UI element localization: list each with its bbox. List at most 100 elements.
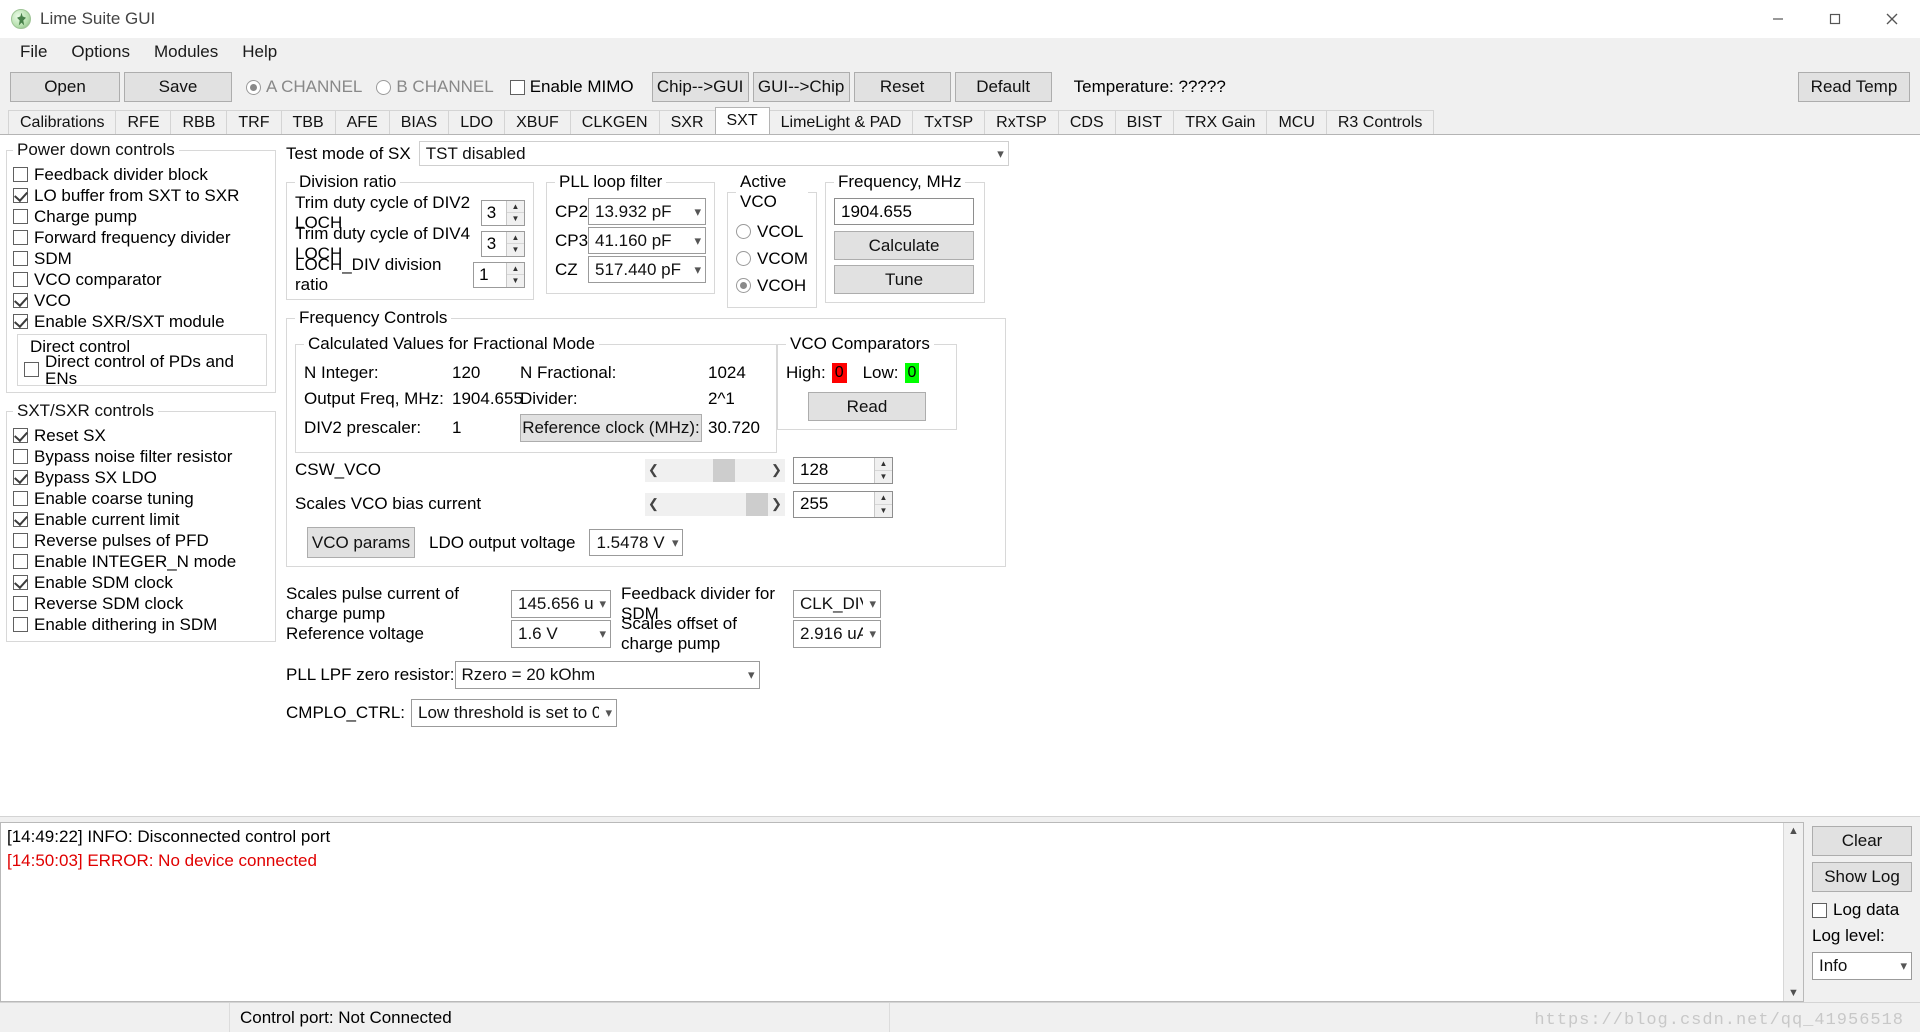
checkbox-lo-buffer-sxt-to-sxr[interactable]: LO buffer from SXT to SXR [13, 185, 269, 206]
log-scrollbar[interactable]: ▲ ▼ [1783, 823, 1803, 1001]
enable-mimo-checkbox[interactable]: Enable MIMO [509, 77, 634, 97]
checkbox-reset-sx[interactable]: Reset SX [13, 425, 269, 446]
checkbox-enable-current-limit[interactable]: Enable current limit [13, 509, 269, 530]
frequency-input[interactable]: 1904.655 [834, 198, 974, 225]
scroll-thumb[interactable] [712, 458, 735, 482]
checkbox-enable-sdm-clock[interactable]: Enable SDM clock [13, 572, 269, 593]
checkbox-enable-integer-n-mode[interactable]: Enable INTEGER_N mode [13, 551, 269, 572]
tab-xbuf[interactable]: XBUF [504, 110, 571, 134]
csw-vco-spinner[interactable]: 128 ▲ ▼ [793, 456, 893, 484]
pulse-current-select[interactable]: 145.656 uA ▾ [511, 590, 611, 618]
tab-rfe[interactable]: RFE [115, 110, 172, 134]
checkbox-bypass-noise-filter-resistor[interactable]: Bypass noise filter resistor [13, 446, 269, 467]
reset-button[interactable]: Reset [853, 72, 951, 102]
scroll-down-icon[interactable]: ▼ [1788, 985, 1799, 1001]
spinner-down-icon[interactable]: ▼ [507, 213, 524, 225]
scroll-thumb[interactable] [746, 492, 768, 516]
spinner-down-icon[interactable]: ▼ [875, 471, 892, 483]
checkbox-forward-frequency-divider[interactable]: Forward frequency divider [13, 227, 269, 248]
test-mode-select[interactable]: TST disabled ▾ [418, 141, 1009, 166]
offset-charge-pump-select[interactable]: 2.916 uA ▾ [793, 620, 881, 648]
vco-params-button[interactable]: VCO params [307, 527, 415, 558]
checkbox-vco[interactable]: VCO [13, 290, 269, 311]
ldo-output-voltage-select[interactable]: 1.5478 V ▾ [589, 529, 684, 556]
clear-button[interactable]: Clear [1812, 826, 1912, 856]
vco-bias-spinner[interactable]: 255 ▲ ▼ [793, 490, 893, 518]
spinner-up-icon[interactable]: ▲ [875, 458, 892, 471]
checkbox-direct-control-pds-ens[interactable]: Direct control of PDs and ENs [24, 353, 260, 387]
tab-limelight-pad[interactable]: LimeLight & PAD [768, 110, 914, 134]
radio-vcom[interactable]: VCOM [736, 245, 808, 272]
tab-ldo[interactable]: LDO [448, 110, 506, 134]
spinner-up-icon[interactable]: ▲ [875, 492, 892, 505]
open-button[interactable]: Open [10, 72, 120, 102]
menu-item-file[interactable]: File [8, 39, 59, 65]
tab-calibrations[interactable]: Calibrations [8, 110, 117, 134]
div4-loch-spinner[interactable]: 3 ▲ ▼ [480, 230, 525, 257]
tab-rbb[interactable]: RBB [170, 110, 228, 134]
spinner-up-icon[interactable]: ▲ [507, 201, 524, 213]
scroll-up-icon[interactable]: ▲ [1788, 823, 1799, 839]
scroll-left-icon[interactable]: ❮ [645, 462, 662, 478]
tab-bist[interactable]: BIST [1114, 110, 1175, 134]
spinner-down-icon[interactable]: ▼ [507, 244, 524, 256]
tab-tbb[interactable]: TBB [280, 110, 336, 134]
tab-r3-controls[interactable]: R3 Controls [1325, 110, 1435, 134]
tab-sxt[interactable]: SXT [714, 107, 770, 134]
scroll-right-icon[interactable]: ❯ [768, 496, 785, 512]
tab-txtsp[interactable]: TxTSP [912, 110, 986, 134]
checkbox-reverse-sdm-clock[interactable]: Reverse SDM clock [13, 593, 269, 614]
loch-div-ratio-spinner[interactable]: 1 ▲ ▼ [473, 261, 525, 288]
spinner-down-icon[interactable]: ▼ [507, 275, 524, 287]
gui-to-chip-button[interactable]: GUI-->Chip [752, 72, 850, 102]
log-output[interactable]: [14:49:22] INFO: Disconnected control po… [0, 822, 1804, 1002]
tab-bias[interactable]: BIAS [388, 110, 450, 134]
spinner-down-icon[interactable]: ▼ [875, 505, 892, 517]
checkbox-vco-comparator[interactable]: VCO comparator [13, 269, 269, 290]
tune-button[interactable]: Tune [834, 265, 974, 294]
radio-vcol[interactable]: VCOL [736, 218, 808, 245]
save-button[interactable]: Save [124, 72, 232, 102]
menu-item-help[interactable]: Help [230, 39, 289, 65]
read-button[interactable]: Read [808, 392, 926, 421]
tab-trf[interactable]: TRF [226, 110, 282, 134]
close-icon[interactable] [1863, 0, 1920, 38]
checkbox-enable-coarse-tuning[interactable]: Enable coarse tuning [13, 488, 269, 509]
checkbox-reverse-pulses-of-pfd[interactable]: Reverse pulses of PFD [13, 530, 269, 551]
tab-afe[interactable]: AFE [334, 110, 390, 134]
checkbox-bypass-sx-ldo[interactable]: Bypass SX LDO [13, 467, 269, 488]
tab-sxr[interactable]: SXR [658, 110, 716, 134]
tab-rxtsp[interactable]: RxTSP [984, 110, 1059, 134]
cp2-select[interactable]: 13.932 pF ▾ [588, 198, 706, 225]
minimize-icon[interactable] [1749, 0, 1806, 38]
reference-clock-button[interactable]: Reference clock (MHz): [520, 414, 702, 442]
checkbox-charge-pump[interactable]: Charge pump [13, 206, 269, 227]
csw-vco-scrollbar[interactable]: ❮ ❯ [645, 458, 785, 482]
maximize-icon[interactable] [1806, 0, 1863, 38]
cz-select[interactable]: 517.440 pF ▾ [588, 256, 706, 283]
checkbox-enable-dithering-in-sdm[interactable]: Enable dithering in SDM [13, 614, 269, 635]
show-log-button[interactable]: Show Log [1812, 862, 1912, 892]
checkbox-enable-sxr-sxt-module[interactable]: Enable SXR/SXT module [13, 311, 269, 332]
checkbox-sdm[interactable]: SDM [13, 248, 269, 269]
log-level-select[interactable]: Info ▾ [1812, 952, 1912, 980]
vco-bias-scrollbar[interactable]: ❮ ❯ [645, 492, 785, 516]
checkbox-feedback-divider-block[interactable]: Feedback divider block [13, 164, 269, 185]
read-temp-button[interactable]: Read Temp [1798, 72, 1910, 102]
tab-clkgen[interactable]: CLKGEN [569, 110, 660, 134]
feedback-divider-select[interactable]: CLK_DIV ▾ [793, 590, 881, 618]
spinner-up-icon[interactable]: ▲ [507, 263, 524, 275]
scroll-right-icon[interactable]: ❯ [768, 462, 785, 478]
scroll-track[interactable] [662, 458, 768, 482]
tab-cds[interactable]: CDS [1057, 110, 1116, 134]
log-data-checkbox[interactable]: Log data [1812, 900, 1914, 920]
reference-voltage-select[interactable]: 1.6 V ▾ [511, 620, 611, 648]
pll-lpf-zero-select[interactable]: Rzero = 20 kOhm ▾ [454, 661, 760, 689]
spinner-up-icon[interactable]: ▲ [507, 232, 524, 244]
chip-to-gui-button[interactable]: Chip-->GUI [651, 72, 749, 102]
cp3-select[interactable]: 41.160 pF ▾ [588, 227, 706, 254]
channel-a-radio[interactable]: A CHANNEL [246, 77, 362, 97]
tab-mcu[interactable]: MCU [1266, 110, 1327, 134]
tab-trx-gain[interactable]: TRX Gain [1173, 110, 1268, 134]
radio-vcoh[interactable]: VCOH [736, 272, 808, 299]
